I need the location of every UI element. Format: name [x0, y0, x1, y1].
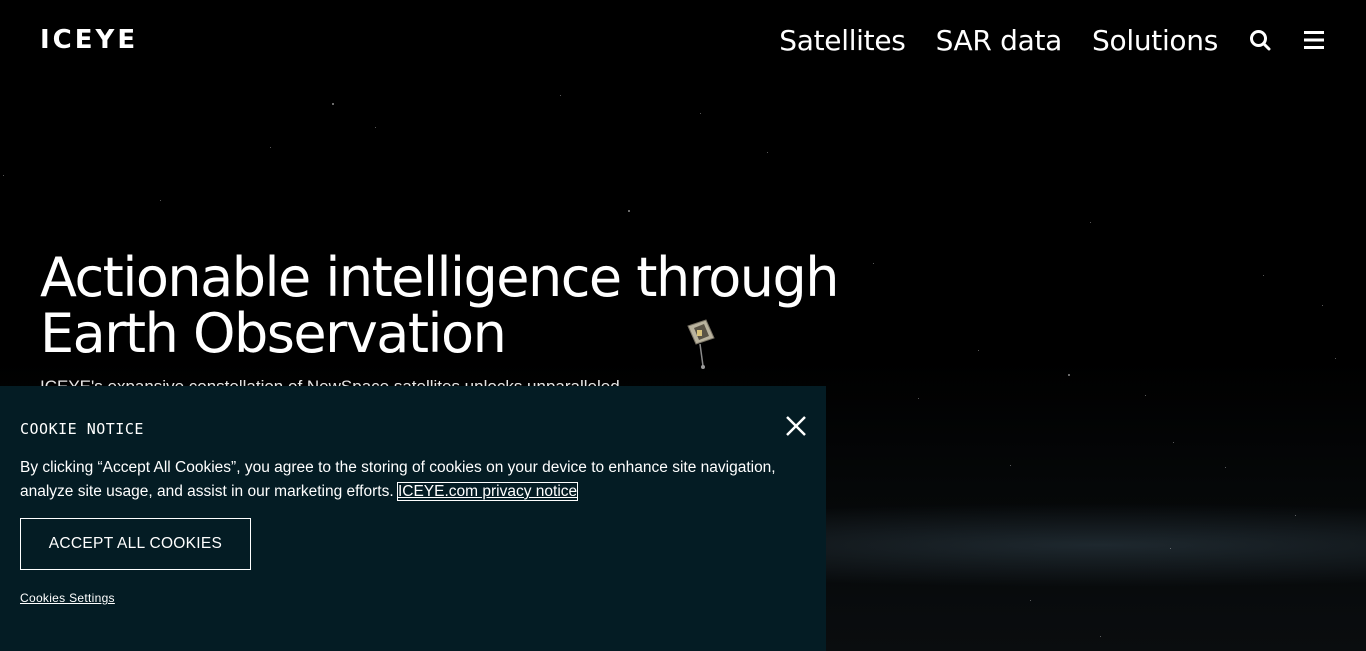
hamburger-menu-icon[interactable]: [1302, 28, 1326, 52]
nav-link-solutions[interactable]: Solutions: [1092, 24, 1218, 57]
main-nav: Satellites SAR data Solutions: [749, 24, 1326, 57]
privacy-notice-link[interactable]: ICEYE.com privacy notice: [396, 482, 579, 501]
nav-link-satellites[interactable]: Satellites: [779, 24, 906, 57]
hero-title-line2: Earth Observation: [40, 302, 507, 365]
search-icon[interactable]: [1248, 28, 1272, 52]
cookie-notice-text: By clicking “Accept All Cookies”, you ag…: [20, 456, 780, 504]
hero-title: Actionable intelligence through Earth Ob…: [40, 250, 840, 362]
cookie-notice-title: COOKIE NOTICE: [20, 420, 144, 438]
cookies-settings-link[interactable]: Cookies Settings: [20, 591, 115, 605]
page: ICEYE Satellites SAR data Solutions Acti…: [0, 0, 1366, 651]
nav-link-sar-data[interactable]: SAR data: [936, 24, 1063, 57]
hero-title-line1: Actionable intelligence through: [40, 246, 840, 309]
satellite-icon: [682, 316, 718, 377]
iceye-logo[interactable]: ICEYE: [40, 25, 138, 55]
accept-all-cookies-button[interactable]: ACCEPT ALL COOKIES: [20, 518, 251, 570]
site-header: ICEYE Satellites SAR data Solutions: [0, 0, 1366, 80]
close-icon[interactable]: [785, 415, 807, 437]
cookie-notice-panel: COOKIE NOTICE By clicking “Accept All Co…: [0, 386, 826, 651]
